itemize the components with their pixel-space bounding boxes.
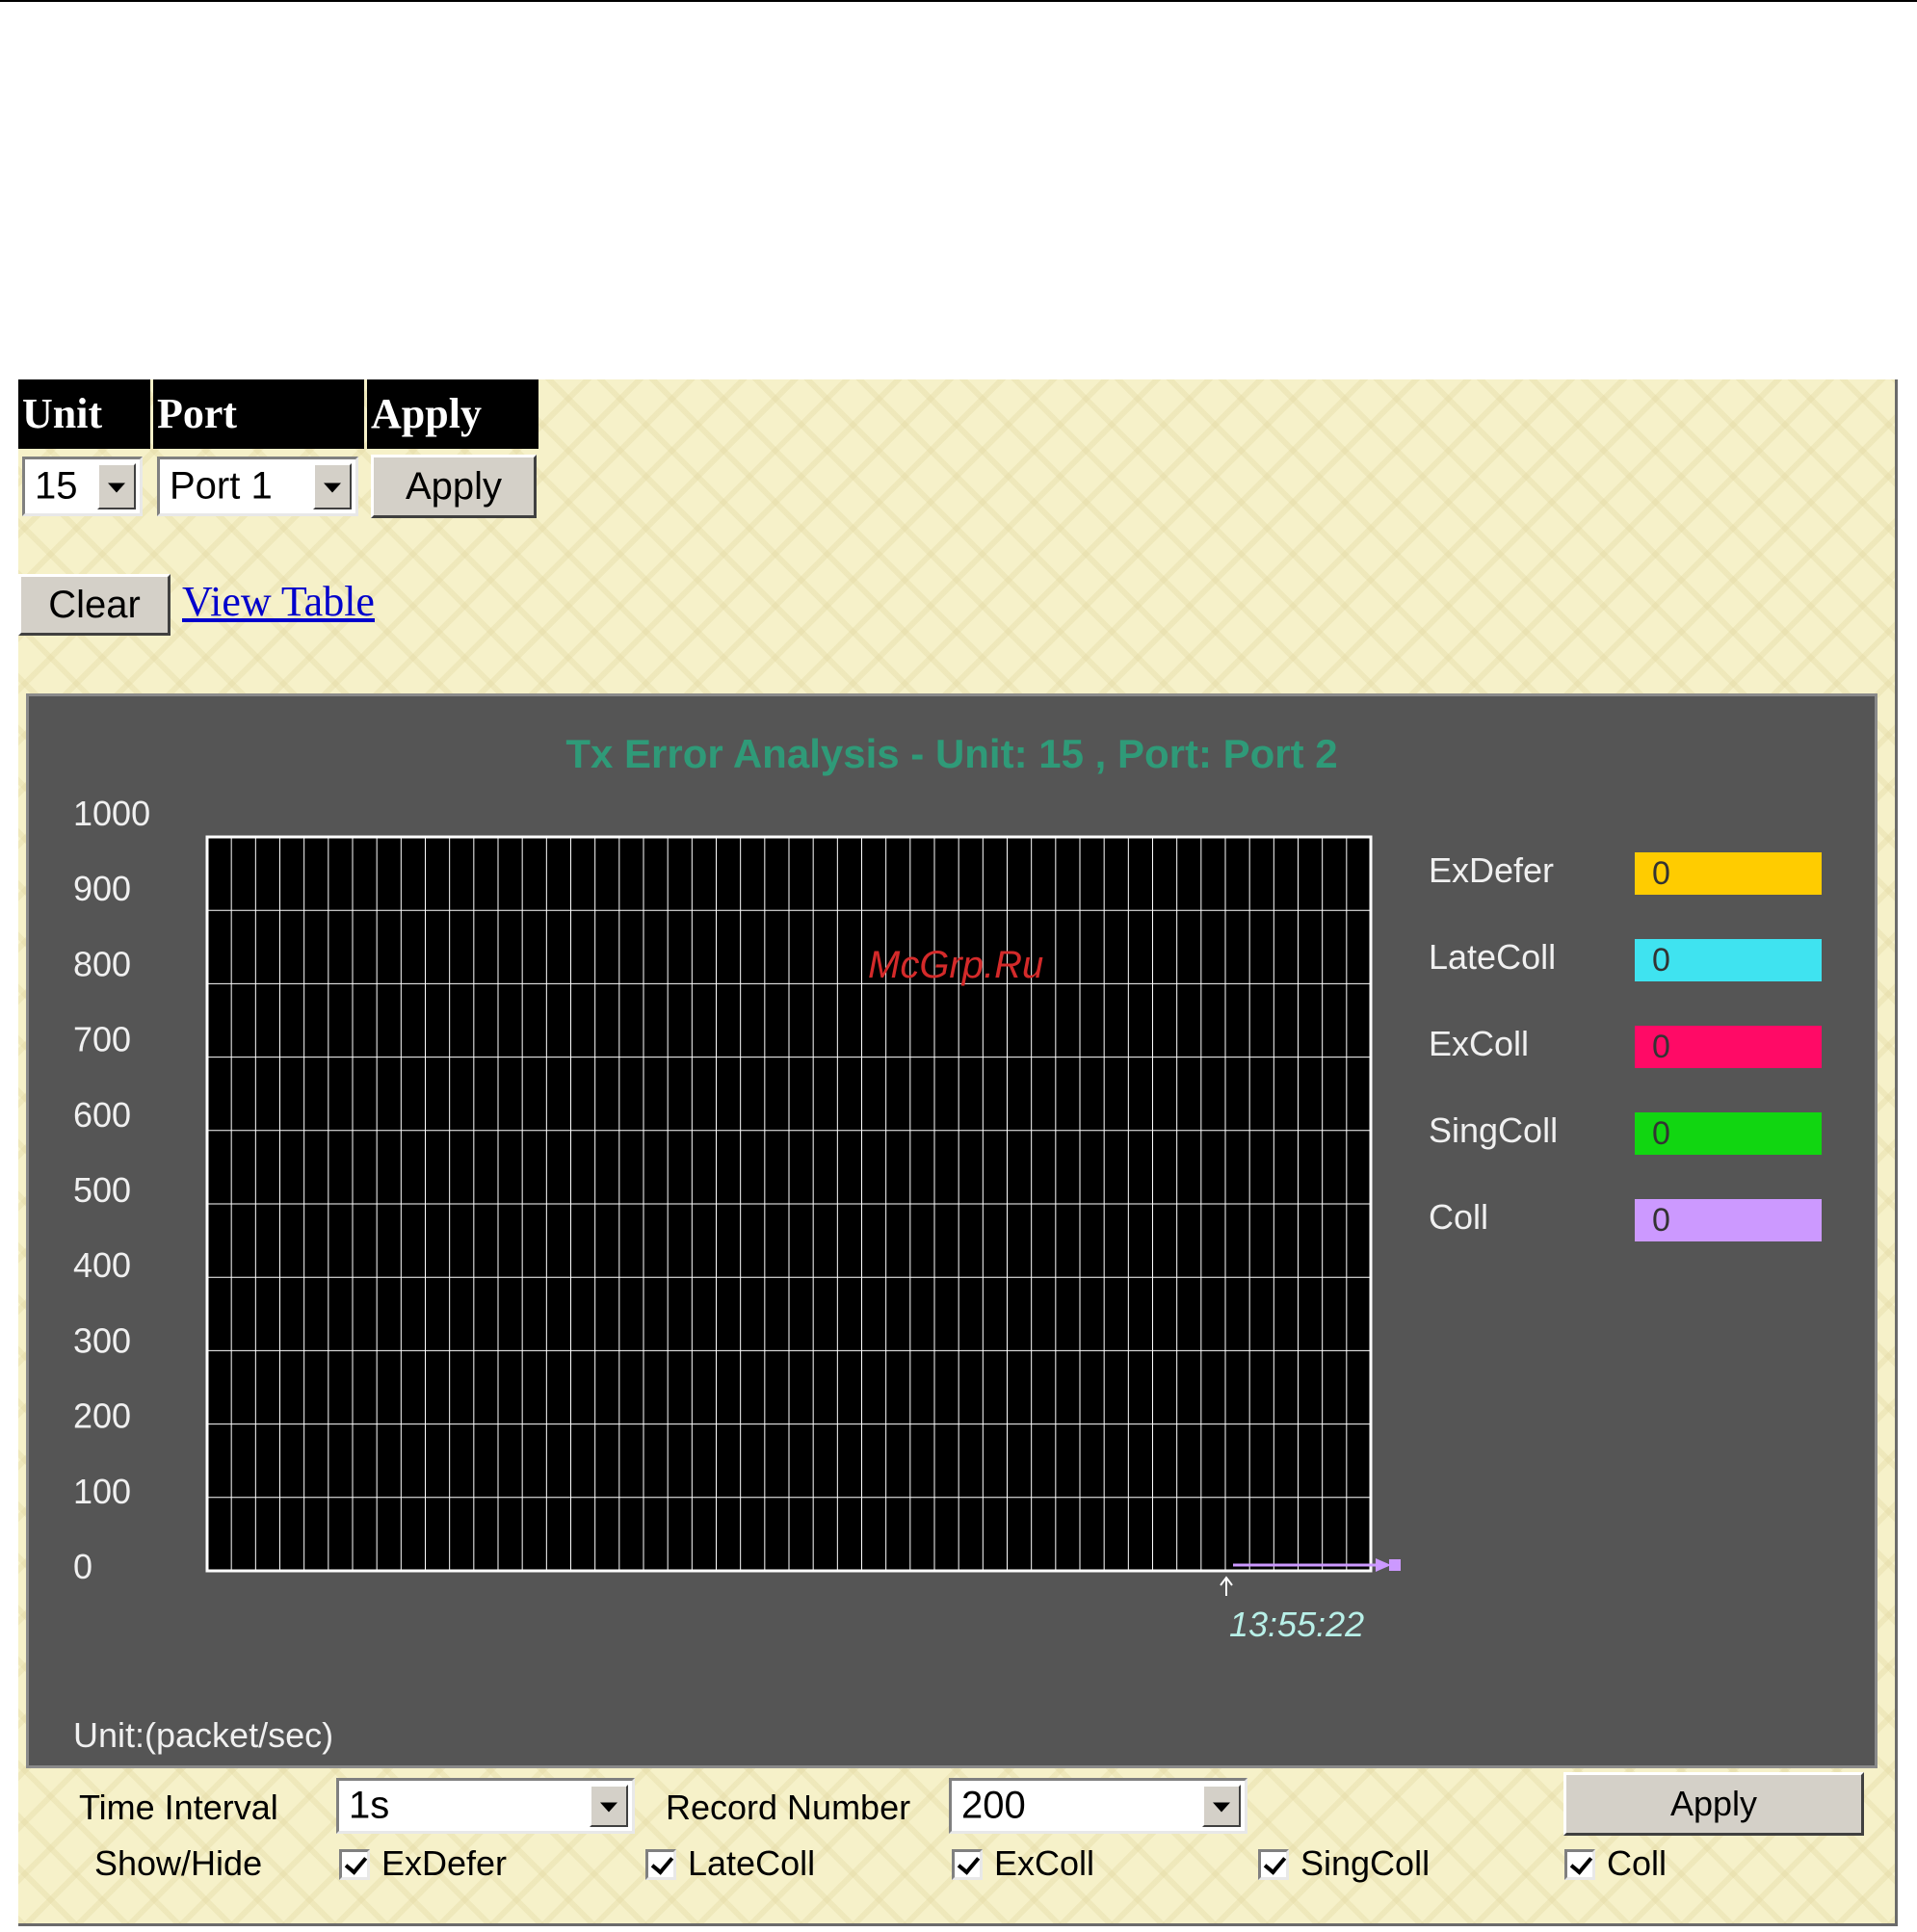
up-arrow-icon [1220,1576,1233,1596]
legend-label: SingColl [1429,1110,1559,1150]
chevron-down-icon[interactable] [590,1785,628,1827]
y-axis: 10009008007006005004003002001000 [73,794,150,1586]
y-tick-label: 800 [73,944,131,983]
y-tick-label: 100 [73,1472,131,1511]
legend-value-box: 0 [1635,852,1822,895]
checkbox-exdefer[interactable] [339,1849,370,1880]
y-tick-label: 500 [73,1170,131,1210]
unit-header: Unit [18,379,150,449]
apply-selection-button[interactable]: Apply [371,455,537,518]
time-interval-label: Time Interval [79,1788,278,1827]
time-interval-value: 1s [349,1784,390,1827]
watermark: McGrp.Ru [868,944,1044,986]
y-tick-label: 200 [73,1397,131,1436]
checkbox-label: ExColl [994,1843,1095,1883]
unit-select[interactable]: 15 [22,457,143,516]
checkbox-label: LateColl [688,1843,816,1883]
checkbox-singcoll[interactable] [1258,1849,1289,1880]
checkbox-label: Coll [1607,1843,1668,1883]
legend-label: ExColl [1429,1024,1530,1063]
legend-label: Coll [1429,1197,1489,1237]
port-select[interactable]: Port 1 [157,457,358,516]
time-interval-select[interactable]: 1s [336,1778,635,1834]
unit-text: Unit:(packet/sec) [73,1715,334,1755]
chevron-down-icon[interactable] [97,463,136,509]
clear-button[interactable]: Clear [18,574,171,636]
apply-header: Apply [367,379,538,449]
unit-select-value: 15 [35,464,78,508]
tx-error-chart: 10009008007006005004003002001000 13:55:2… [73,794,1401,1644]
port-select-value: Port 1 [170,464,273,508]
top-rule [0,0,1917,2]
y-tick-label: 600 [73,1095,131,1135]
legend-value-box: 0 [1635,1112,1822,1155]
legend-label: LateColl [1429,937,1557,977]
checkbox-label: SingColl [1300,1843,1431,1883]
legend-label: ExDefer [1429,850,1555,890]
series-end-marker-icon [1376,1558,1391,1572]
checkbox-label: ExDefer [381,1843,508,1883]
port-header: Port [153,379,364,449]
apply-settings-button[interactable]: Apply [1563,1772,1864,1836]
chevron-down-icon[interactable] [313,463,352,509]
series-end-marker [1389,1559,1401,1571]
y-tick-label: 1000 [73,794,150,833]
y-tick-label: 900 [73,869,131,908]
legend-value-box: 0 [1635,1026,1822,1068]
record-number-value: 200 [961,1784,1026,1827]
y-tick-label: 700 [73,1020,131,1059]
view-table-link[interactable]: View Table [182,577,375,626]
show-hide-label: Show/Hide [94,1843,263,1883]
legend-value-box: 0 [1635,1199,1822,1241]
checkbox-excoll[interactable] [952,1849,983,1880]
checkbox-latecoll[interactable] [645,1849,676,1880]
y-tick-label: 300 [73,1320,131,1360]
time-label: 13:55:22 [1229,1605,1364,1644]
legend-value-box: 0 [1635,939,1822,981]
graph-panel: Tx Error Analysis - Unit: 15 , Port: Por… [26,693,1878,1768]
y-tick-label: 0 [73,1547,92,1586]
y-tick-label: 400 [73,1245,131,1285]
record-number-select[interactable]: 200 [949,1778,1247,1834]
chevron-down-icon[interactable] [1202,1785,1241,1827]
tx-error-page: Unit Port Apply 15 Port 1 Apply Clear Vi… [18,379,1898,1926]
record-number-label: Record Number [666,1788,911,1827]
checkbox-coll[interactable] [1564,1849,1595,1880]
